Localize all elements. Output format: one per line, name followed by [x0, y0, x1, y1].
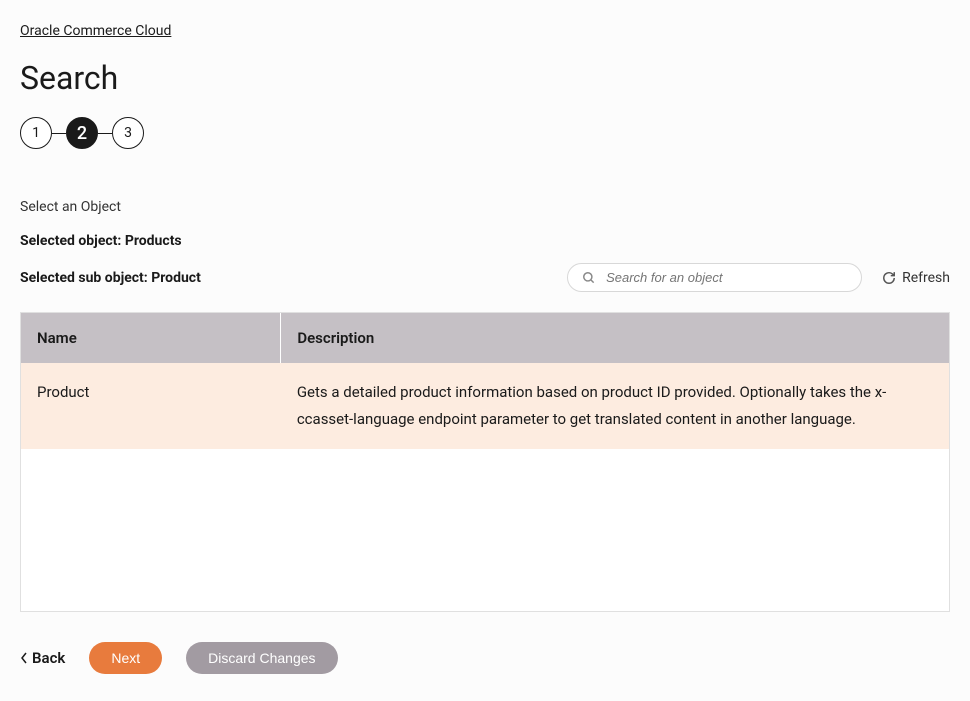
search-icon: [582, 271, 596, 285]
object-table-wrapper: Name Description Product Gets a detailed…: [20, 312, 950, 612]
step-1[interactable]: 1: [20, 117, 52, 149]
chevron-left-icon: [20, 652, 28, 664]
back-label: Back: [32, 649, 65, 667]
refresh-icon: [882, 271, 896, 285]
step-connector: [98, 133, 112, 134]
table-header-row: Name Description: [21, 313, 949, 363]
step-connector: [52, 133, 66, 134]
back-button[interactable]: Back: [20, 649, 65, 667]
table-row[interactable]: Product Gets a detailed product informat…: [21, 363, 949, 449]
search-box[interactable]: [567, 263, 862, 292]
search-input[interactable]: [606, 270, 847, 285]
stepper: 1 2 3: [20, 117, 950, 149]
step-3[interactable]: 3: [112, 117, 144, 149]
cell-description: Gets a detailed product information base…: [281, 363, 949, 449]
object-table: Name Description Product Gets a detailed…: [21, 313, 949, 449]
refresh-button[interactable]: Refresh: [882, 270, 950, 286]
cell-name: Product: [21, 363, 281, 449]
selected-object-text: Selected object: Products: [20, 233, 182, 249]
page-title: Search: [20, 59, 950, 97]
next-button[interactable]: Next: [89, 642, 162, 674]
selected-sub-object-text: Selected sub object: Product: [20, 270, 201, 286]
breadcrumb-link[interactable]: Oracle Commerce Cloud: [20, 23, 171, 39]
column-header-name[interactable]: Name: [21, 313, 281, 363]
discard-button[interactable]: Discard Changes: [186, 642, 337, 674]
refresh-label: Refresh: [902, 270, 950, 286]
footer-buttons: Back Next Discard Changes: [20, 642, 950, 674]
step-2[interactable]: 2: [66, 117, 98, 149]
section-label: Select an Object: [20, 199, 950, 215]
column-header-description[interactable]: Description: [281, 313, 949, 363]
